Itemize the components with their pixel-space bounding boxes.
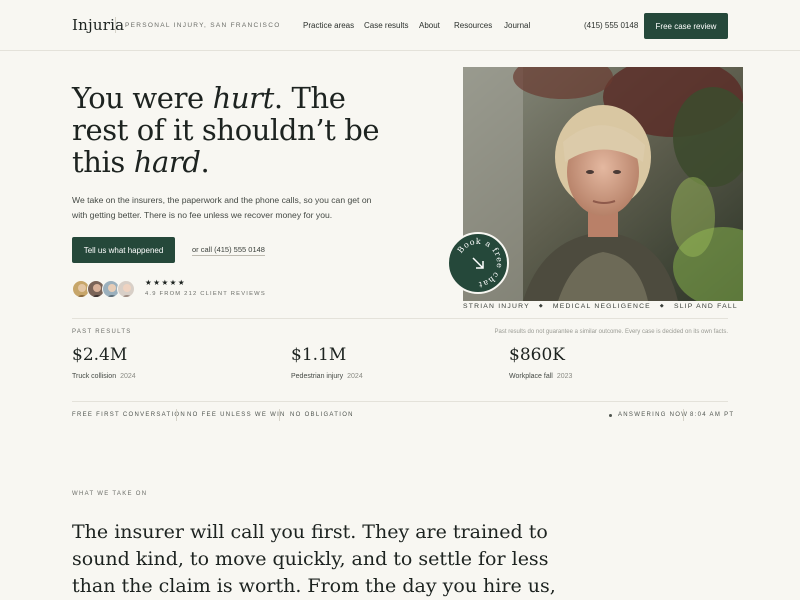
ticker-item: STRIAN INJURY (463, 303, 530, 310)
divider (72, 318, 728, 319)
assurance-divider (279, 409, 280, 421)
result-year: 2024 (347, 373, 363, 380)
ticker-item: SLIP AND FALL (673, 303, 738, 310)
hero-title: You were hurt. The rest of it shouldn’t … (72, 81, 380, 179)
intro-label: WHAT WE TAKE ON (72, 491, 148, 497)
result-case: Workplace fall (509, 373, 553, 380)
header-phone-link[interactable]: (415) 555 0148 (584, 21, 638, 30)
nav-practice-areas[interactable]: Practice areas (303, 21, 354, 30)
logo-divider (115, 17, 116, 33)
result-year: 2023 (556, 373, 573, 380)
site-header: Injuria PERSONAL INJURY, SAN FRANCISCO P… (0, 0, 800, 51)
nav-about[interactable]: About (419, 21, 440, 30)
free-case-review-button[interactable]: Free case review (644, 13, 728, 39)
live-status-dot (609, 414, 612, 417)
result-card: $2.4M Truck collision 2024 (72, 345, 136, 380)
result-case: Pedestrian injury (291, 373, 344, 380)
result-case: Truck collision (72, 373, 117, 380)
assurance-divider (176, 409, 177, 421)
local-time: 8:04 AM PT (690, 412, 735, 418)
ticker-item: MEDICAL NEGLIGENCE (552, 303, 651, 310)
results-label: PAST RESULTS (72, 329, 132, 335)
svg-text:Book a free chat: Book a free chat (456, 237, 504, 289)
result-card: $1.1M Pedestrian injury 2024 (291, 345, 363, 380)
status-divider (683, 409, 684, 421)
arrow-down-right-icon (472, 257, 484, 269)
intro-text: The insurer will call you first. They ar… (72, 521, 556, 597)
result-card: $860K Workplace fall 2023 (509, 345, 572, 380)
hero-title-emphasis-hard: hard (133, 145, 201, 179)
assurance-item: NO FEE UNLESS WE WIN (187, 412, 286, 418)
result-amount: $2.4M (72, 345, 128, 365)
nav-journal[interactable]: Journal (504, 21, 530, 30)
avatar (117, 280, 135, 298)
rating-stars: ★★★★★ (145, 278, 187, 287)
assurance-item: FREE FIRST CONVERSATION (72, 412, 187, 418)
logo[interactable]: Injuria (72, 16, 124, 34)
tell-us-button[interactable]: Tell us what happened (72, 237, 175, 263)
nav-resources[interactable]: Resources (454, 21, 492, 30)
client-avatars (72, 280, 136, 299)
hero-description: We take on the insurers, the paperwork a… (72, 195, 372, 220)
result-year: 2024 (120, 373, 136, 380)
call-link[interactable]: or call (415) 555 0148 (192, 245, 265, 256)
tagline: PERSONAL INJURY, SAN FRANCISCO (125, 22, 281, 29)
results-disclaimer: Past results do not guarantee a similar … (494, 329, 728, 335)
result-amount: $1.1M (291, 345, 347, 365)
divider (72, 401, 728, 402)
badge-circular-text: Book a free chat (456, 237, 504, 289)
nav-case-results[interactable]: Case results (364, 21, 408, 30)
assurance-item: NO OBLIGATION (290, 412, 354, 418)
hero-title-emphasis-hurt: hurt (212, 81, 275, 115)
answering-status: ANSWERING NOW (618, 412, 689, 418)
rating-text: 4.9 FROM 212 CLIENT REVIEWS (145, 291, 266, 297)
result-amount: $860K (509, 345, 565, 365)
practice-ticker: STRIAN INJURY ◆ MEDICAL NEGLIGENCE ◆ SLIP AN… (463, 303, 738, 310)
book-free-chat-badge[interactable]: Book a free chat (447, 232, 509, 294)
